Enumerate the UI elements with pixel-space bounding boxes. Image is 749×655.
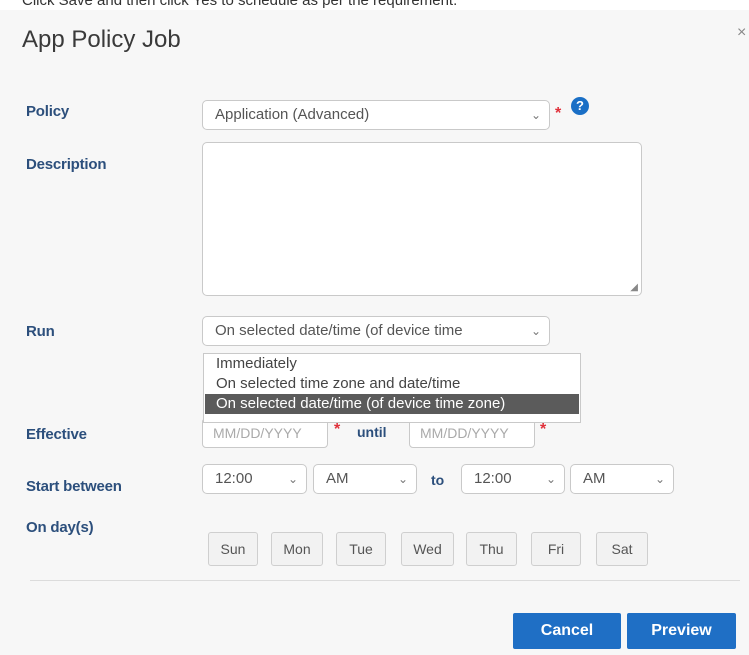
policy-select[interactable]: Application (Advanced) ⌄ [202, 100, 550, 130]
required-marker: * [540, 421, 547, 438]
footer-divider [30, 580, 740, 581]
chevron-down-icon: ⌄ [545, 472, 556, 486]
start-ampm-value: AM [326, 470, 349, 487]
run-option-timezone[interactable]: On selected time zone and date/time [204, 374, 580, 394]
end-time-select[interactable]: 12:00 ⌄ [461, 464, 565, 494]
day-button-thu[interactable]: Thu [466, 532, 517, 566]
app-policy-job-dialog: App Policy Job × Policy Application (Adv… [0, 10, 749, 655]
run-label: Run [26, 323, 55, 340]
start-time-select[interactable]: 12:00 ⌄ [202, 464, 307, 494]
day-button-wed[interactable]: Wed [401, 532, 454, 566]
chevron-down-icon: ⌄ [654, 472, 665, 486]
run-option-immediately[interactable]: Immediately [204, 354, 580, 374]
dialog-title: App Policy Job [22, 26, 181, 53]
start-ampm-select[interactable]: AM ⌄ [313, 464, 417, 494]
resize-handle-icon[interactable]: ◢ [630, 282, 638, 293]
day-button-mon[interactable]: Mon [271, 532, 323, 566]
day-button-tue[interactable]: Tue [336, 532, 386, 566]
effective-label: Effective [26, 426, 87, 443]
until-label: until [357, 424, 387, 440]
to-label: to [431, 472, 445, 488]
run-select[interactable]: On selected date/time (of device time ⌄ [202, 316, 550, 346]
day-button-sun[interactable]: Sun [208, 532, 258, 566]
start-time-value: 12:00 [215, 470, 253, 487]
end-time-value: 12:00 [474, 470, 512, 487]
chevron-down-icon: ⌄ [397, 472, 408, 486]
preview-button[interactable]: Preview [627, 613, 736, 649]
start-between-label: Start between [26, 478, 122, 495]
instruction-label: Click Save and then click Yes to schedul… [22, 0, 458, 9]
description-textarea[interactable]: ◢ [202, 142, 642, 296]
close-icon[interactable]: × [737, 24, 749, 42]
run-dropdown-list: Immediately On selected time zone and da… [203, 353, 581, 423]
run-option-device-time[interactable]: On selected date/time (of device time zo… [205, 394, 579, 414]
days-label: On day(s) [26, 519, 94, 536]
required-marker: * [555, 105, 562, 122]
end-ampm-select[interactable]: AM ⌄ [570, 464, 674, 494]
chevron-down-icon: ⌄ [530, 324, 541, 338]
cancel-button[interactable]: Cancel [513, 613, 621, 649]
chevron-down-icon: ⌄ [287, 472, 298, 486]
description-label: Description [26, 156, 107, 173]
chevron-down-icon: ⌄ [530, 108, 541, 122]
day-button-fri[interactable]: Fri [531, 532, 581, 566]
required-marker: * [334, 421, 341, 438]
help-icon[interactable]: ? [571, 97, 589, 115]
end-ampm-value: AM [583, 470, 606, 487]
day-button-sat[interactable]: Sat [596, 532, 648, 566]
run-select-value: On selected date/time (of device time [215, 322, 463, 339]
policy-select-value: Application (Advanced) [215, 106, 370, 123]
effective-until-placeholder: MM/DD/YYYY [420, 425, 509, 441]
policy-label: Policy [26, 103, 69, 120]
effective-from-placeholder: MM/DD/YYYY [213, 425, 302, 441]
